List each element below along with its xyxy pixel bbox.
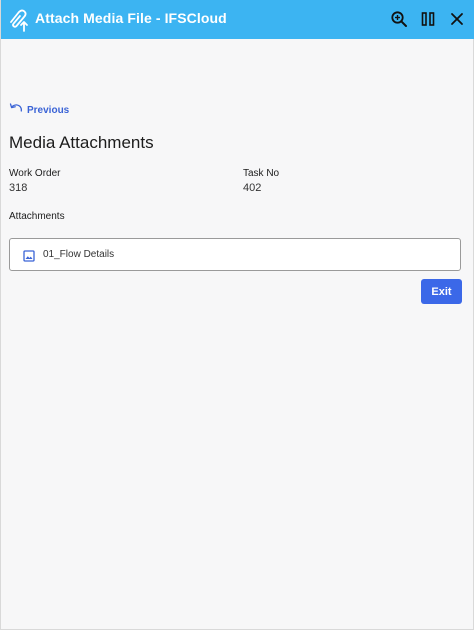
page-title: Media Attachments <box>9 133 154 152</box>
previous-link[interactable]: Previous <box>9 101 69 119</box>
undo-arrow-icon <box>9 101 23 119</box>
split-view-button[interactable] <box>417 8 439 30</box>
exit-button[interactable]: Exit <box>421 279 462 304</box>
attachment-item[interactable]: 01_Flow Details <box>9 238 461 271</box>
close-icon <box>450 12 464 26</box>
title-bar: Attach Media File - IFSCloud <box>1 0 474 39</box>
previous-label: Previous <box>27 104 70 116</box>
zoom-search-button[interactable] <box>388 8 410 30</box>
close-button[interactable] <box>446 8 468 30</box>
app-window: Attach Media File - IFSCloud Previous Me… <box>0 0 474 630</box>
work-order-value: 318 <box>9 182 28 194</box>
window-title: Attach Media File - IFSCloud <box>35 10 227 26</box>
attachments-label: Attachments <box>9 211 65 222</box>
paperclip-upload-icon <box>7 7 31 33</box>
attachment-name: 01_Flow Details <box>43 249 115 260</box>
pause-columns-icon <box>420 11 436 27</box>
image-icon <box>23 249 35 267</box>
task-no-value: 402 <box>243 182 262 194</box>
work-order-label: Work Order <box>9 168 61 179</box>
zoom-search-icon <box>390 10 408 28</box>
task-no-label: Task No <box>243 168 280 179</box>
